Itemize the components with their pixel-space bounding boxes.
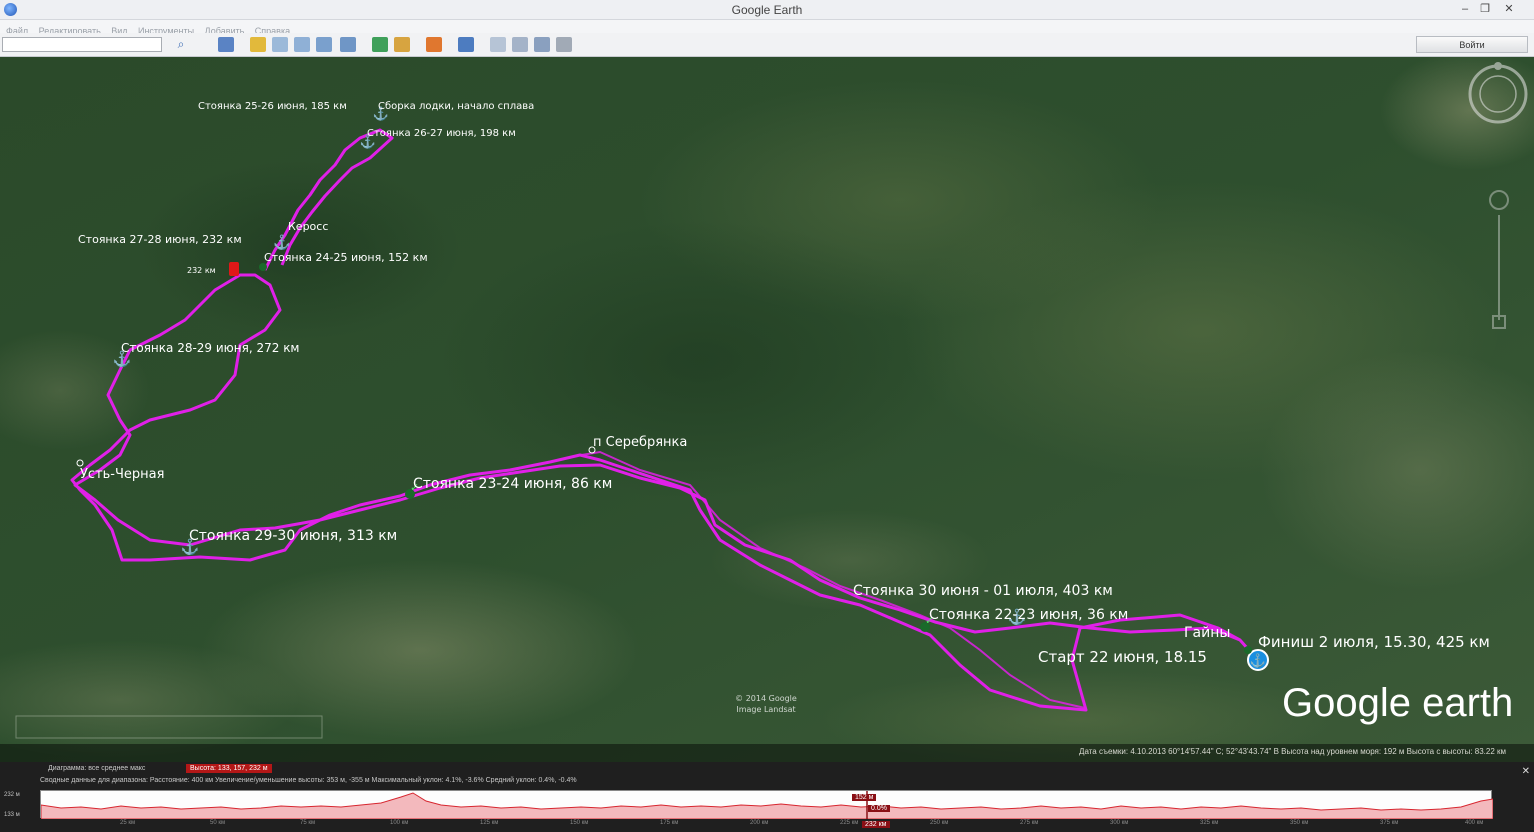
anchor-icon[interactable]: ⚓ <box>273 234 290 251</box>
elevation-area <box>40 792 1494 820</box>
svg-text:⚓: ⚓ <box>1250 653 1266 668</box>
historical-imagery-icon[interactable] <box>372 37 388 52</box>
x-tick: 250 км <box>930 820 949 826</box>
label-stop-23-24: Стоянка 23-24 июня, 86 км <box>413 476 612 492</box>
image-overlay-icon[interactable] <box>316 37 332 52</box>
view-in-maps-icon[interactable] <box>556 37 572 52</box>
status-bar: Дата съемки: 4.10.2013 60°14'57.44" С; 5… <box>0 744 1534 762</box>
search-icon[interactable]: ⌕ <box>172 36 190 53</box>
label-stop-29-30: Стоянка 29-30 июня, 313 км <box>189 528 397 544</box>
x-tick: 100 км <box>390 820 409 826</box>
label-gainy: Гайны <box>1184 625 1230 641</box>
satellite-map[interactable]: ⚓ ⚓ ⚓ ⚓ ⚓ ⚓ ⚓ ✓ ✓ Финиш 2 июля, 15.30, 4… <box>0 57 1534 762</box>
toolbar: ⌕ Войти <box>0 33 1534 57</box>
x-tick: 75 км <box>300 820 316 826</box>
x-tick: 50 км <box>210 820 226 826</box>
position-marker-icon[interactable] <box>229 262 239 276</box>
label-stop-24-25: Стоянка 24-25 июня, 152 км <box>264 251 428 264</box>
minimize-button[interactable]: – <box>1456 1 1474 17</box>
search-input[interactable] <box>2 37 162 52</box>
elevation-chart[interactable] <box>40 790 1494 820</box>
elevation-graph-options[interactable]: Диаграмма: все среднее макс <box>48 765 145 772</box>
sign-in-button[interactable]: Войти <box>1416 36 1528 53</box>
elevation-x-axis: 25 км 50 км 75 км 100 км 125 км 150 км 1… <box>40 820 1492 830</box>
polygon-icon[interactable] <box>272 37 288 52</box>
elevation-highlight: Высота: 133, 157, 232 м <box>186 764 272 773</box>
x-tick: 150 км <box>570 820 589 826</box>
x-tick: 350 км <box>1290 820 1309 826</box>
x-tick: 300 км <box>1110 820 1129 826</box>
label-stop-27-28: Стоянка 27-28 июня, 232 км <box>78 233 242 246</box>
x-tick: 225 км <box>840 820 859 826</box>
placemark-icon[interactable] <box>250 37 266 52</box>
anchor-icon[interactable]: ⚓ <box>1247 649 1269 671</box>
print-icon[interactable] <box>512 37 528 52</box>
x-tick: 25 км <box>120 820 136 826</box>
map-copyright: © 2014 Google <box>735 694 797 703</box>
elevation-cursor-value: 152 м <box>852 794 877 801</box>
flag-icon[interactable] <box>259 263 267 271</box>
x-tick: 175 км <box>660 820 679 826</box>
label-boat-assembly: Сборка лодки, начало сплава <box>378 101 534 112</box>
elevation-y-max: 232 м <box>4 792 20 798</box>
x-tick: 375 км <box>1380 820 1399 826</box>
save-image-icon[interactable] <box>534 37 550 52</box>
label-stop-25-26: Стоянка 25-26 июня, 185 км <box>198 101 347 112</box>
status-text: Дата съемки: 4.10.2013 60°14'57.44" С; 5… <box>1079 747 1506 756</box>
map-imagery-credit: Image Landsat <box>736 705 795 714</box>
menu-bar: Файл Редактировать Вид Инструменты Добав… <box>0 20 1534 36</box>
label-serebryanka: п Серебрянка <box>593 435 687 450</box>
x-tick: 325 км <box>1200 820 1219 826</box>
switch-planets-icon[interactable] <box>426 37 442 52</box>
path-icon[interactable] <box>294 37 310 52</box>
record-tour-icon[interactable] <box>340 37 356 52</box>
label-ust-chernaya: Усть-Черная <box>80 467 164 482</box>
email-icon[interactable] <box>490 37 506 52</box>
x-tick: 200 км <box>750 820 769 826</box>
label-stop-26-27: Стоянка 26-27 июня, 198 км <box>367 128 516 139</box>
label-marker-232: 232 км <box>187 266 216 275</box>
flag-icon[interactable] <box>1244 646 1252 654</box>
elevation-chart-svg <box>40 791 1494 820</box>
elevation-y-min: 133 м <box>4 812 20 818</box>
map-view[interactable]: ⚓ ⚓ ⚓ ⚓ ⚓ ⚓ ⚓ ✓ ✓ Финиш 2 июля, 15.30, 4… <box>0 57 1534 762</box>
svg-text:⚓: ⚓ <box>273 234 290 251</box>
window-title: Google Earth <box>731 3 803 17</box>
ruler-icon[interactable] <box>458 37 474 52</box>
elevation-summary: Сводные данные для диапазона: Расстояние… <box>40 777 577 784</box>
label-finish: Финиш 2 июля, 15.30, 425 км <box>1258 633 1490 651</box>
x-tick: 400 км <box>1465 820 1484 826</box>
sidebar-toggle-icon[interactable] <box>218 37 234 52</box>
elevation-cursor-pct: 0.0% <box>868 805 890 812</box>
maximize-button[interactable]: ❐ <box>1476 1 1494 17</box>
label-stop-22-23: Стоянка 22-23 июня, 36 км <box>929 607 1128 623</box>
elevation-profile-panel: Диаграмма: все среднее макс Высота: 133,… <box>0 762 1534 832</box>
google-earth-logo: Google earth <box>1282 681 1513 725</box>
label-stop-30-01: Стоянка 30 июня - 01 июля, 403 км <box>853 583 1113 599</box>
label-start: Старт 22 июня, 18.15 <box>1038 648 1207 666</box>
title-bar: Google Earth – ❐ ✕ <box>0 0 1534 20</box>
label-stop-28-29: Стоянка 28-29 июня, 272 км <box>121 341 300 355</box>
close-icon[interactable]: ✕ <box>1522 766 1530 777</box>
close-button[interactable]: ✕ <box>1500 1 1518 17</box>
x-tick: 125 км <box>480 820 499 826</box>
sunlight-icon[interactable] <box>394 37 410 52</box>
x-tick: 275 км <box>1020 820 1039 826</box>
label-kerass: Керосс <box>288 220 328 233</box>
